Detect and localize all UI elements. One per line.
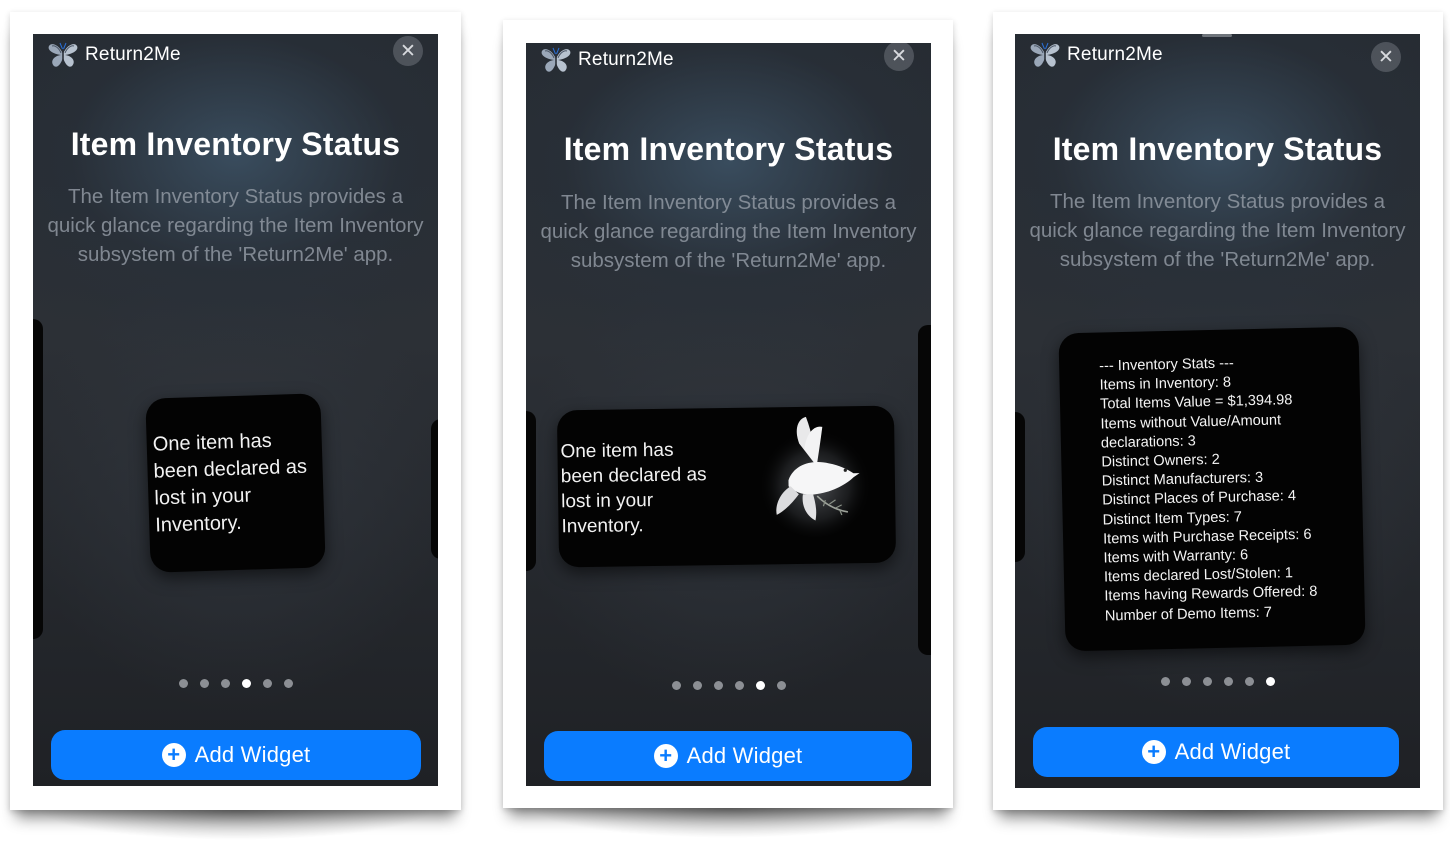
close-icon: ✕ — [400, 40, 416, 62]
app-name: Return2Me — [1067, 44, 1163, 65]
page-dot[interactable] — [220, 679, 230, 688]
page-dot[interactable] — [1202, 677, 1212, 686]
stats-line: Number of Demo Items: 7 — [1104, 604, 1273, 625]
add-widget-label: Add Widget — [1174, 739, 1291, 764]
plus-circle-icon: + — [653, 744, 678, 768]
page-dot[interactable] — [199, 679, 209, 688]
lost-item-message: One item has been declared as lost in yo… — [152, 429, 308, 537]
widget-preview-medium[interactable]: One item has been declared as lost in yo… — [556, 405, 897, 568]
widget-gallery-screen-2: Return2Me ✕ Item Inventory Status The It… — [526, 43, 931, 786]
page-dot[interactable] — [671, 681, 681, 690]
plus-circle-icon: + — [1141, 740, 1166, 764]
next-widget-preview[interactable] — [431, 419, 438, 559]
close-icon: ✕ — [1378, 46, 1394, 68]
butterfly-icon — [48, 42, 78, 67]
grabber-handle[interactable] — [1202, 34, 1232, 37]
page-dot-active[interactable] — [755, 681, 765, 690]
butterfly-icon — [1030, 42, 1060, 67]
page-dot[interactable] — [692, 681, 702, 690]
butterfly-icon — [541, 47, 571, 72]
page-dot[interactable] — [713, 681, 723, 690]
screenshot-frame-1: Return2Me ✕ Item Inventory Status The It… — [10, 12, 461, 840]
previous-widget-preview[interactable] — [1015, 412, 1025, 562]
add-widget-label: Add Widget — [194, 742, 311, 767]
widget-description: The Item Inventory Status provides a qui… — [1029, 190, 1406, 271]
page-dot[interactable] — [734, 681, 744, 690]
add-widget-button[interactable]: + Add Widget — [51, 730, 421, 780]
inventory-stats-list: --- Inventory Stats --- Items in Invento… — [1099, 353, 1318, 627]
page-dot[interactable] — [283, 679, 293, 688]
page-dot[interactable] — [1244, 677, 1254, 686]
page-dot[interactable] — [1160, 677, 1170, 686]
page-indicator[interactable] — [526, 681, 931, 690]
screenshot-frame-2: Return2Me ✕ Item Inventory Status The It… — [503, 20, 953, 838]
previous-widget-preview[interactable] — [526, 411, 536, 571]
add-widget-label: Add Widget — [686, 743, 803, 768]
page-dot-active[interactable] — [241, 679, 251, 688]
widget-title: Item Inventory Status — [1052, 131, 1383, 167]
app-header: Return2Me — [540, 45, 674, 75]
page-dot[interactable] — [1181, 677, 1191, 686]
page-indicator[interactable] — [33, 679, 438, 688]
widget-title: Item Inventory Status — [70, 126, 401, 162]
app-name: Return2Me — [85, 44, 181, 65]
app-name: Return2Me — [578, 49, 674, 70]
next-widget-preview[interactable] — [918, 325, 931, 655]
lost-item-message: One item has been declared as lost in yo… — [560, 439, 707, 538]
app-header: Return2Me — [1029, 40, 1163, 70]
widget-preview-small[interactable]: One item has been declared as lost in yo… — [145, 393, 326, 573]
widget-gallery-screen-3: Return2Me ✕ Item Inventory Status The It… — [1015, 34, 1420, 788]
widget-gallery-screen-1: Return2Me ✕ Item Inventory Status The It… — [33, 34, 438, 786]
widget-title: Item Inventory Status — [563, 131, 894, 167]
add-widget-button[interactable]: + Add Widget — [544, 731, 912, 781]
plus-circle-icon: + — [161, 743, 186, 767]
widget-description: The Item Inventory Status provides a qui… — [47, 185, 424, 266]
dove-icon — [757, 416, 872, 537]
add-widget-button[interactable]: + Add Widget — [1033, 727, 1399, 777]
app-header: Return2Me — [47, 40, 181, 70]
page-dot[interactable] — [262, 679, 272, 688]
close-icon: ✕ — [891, 45, 907, 67]
close-button[interactable]: ✕ — [1371, 42, 1401, 72]
widget-preview-large[interactable]: --- Inventory Stats --- Items in Invento… — [1058, 326, 1366, 652]
page-dot[interactable] — [776, 681, 786, 690]
page-indicator[interactable] — [1015, 677, 1420, 686]
page-dot-active[interactable] — [1265, 677, 1275, 686]
screenshot-frame-3: Return2Me ✕ Item Inventory Status The It… — [993, 12, 1443, 840]
close-button[interactable]: ✕ — [884, 43, 914, 71]
page-dot[interactable] — [1223, 677, 1233, 686]
previous-widget-preview[interactable] — [33, 319, 43, 639]
close-button[interactable]: ✕ — [393, 36, 423, 66]
widget-description: The Item Inventory Status provides a qui… — [540, 191, 917, 272]
page-dot[interactable] — [178, 679, 188, 688]
